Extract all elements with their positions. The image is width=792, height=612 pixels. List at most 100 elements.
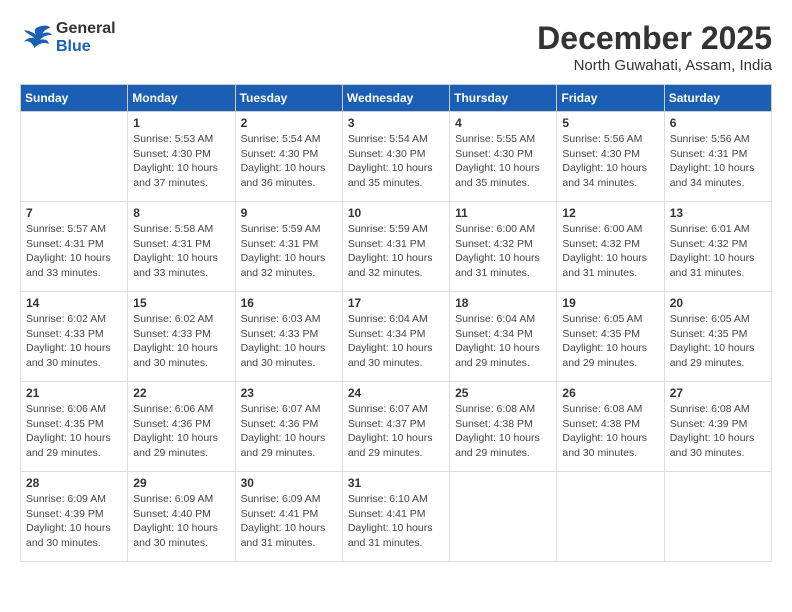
day-info: Sunrise: 5:58 AMSunset: 4:31 PMDaylight:…: [133, 222, 229, 281]
day-info: Sunrise: 6:04 AMSunset: 4:34 PMDaylight:…: [348, 312, 444, 371]
calendar-cell: 24 Sunrise: 6:07 AMSunset: 4:37 PMDayligh…: [342, 382, 449, 472]
day-header-saturday: Saturday: [664, 85, 771, 112]
calendar-cell: 31Sunrise: 6:10 AMSunset: 4:41 PMDayligh…: [342, 472, 449, 562]
day-info: Sunrise: 6:09 AMSunset: 4:40 PMDaylight:…: [133, 492, 229, 551]
day-number: 5: [562, 116, 658, 130]
day-header-thursday: Thursday: [450, 85, 557, 112]
week-row-4: 21Sunrise: 6:06 AMSunset: 4:35 PMDayligh…: [21, 382, 772, 472]
day-header-sunday: Sunday: [21, 85, 128, 112]
week-row-2: 7Sunrise: 5:57 AMSunset: 4:31 PMDaylight…: [21, 202, 772, 292]
day-info: Sunrise: 6:08 AMSunset: 4:39 PMDaylight:…: [670, 402, 766, 461]
day-number: 27: [670, 386, 766, 400]
day-info: Sunrise: 6:08 AMSunset: 4:38 PMDaylight:…: [562, 402, 658, 461]
calendar-cell: 3 Sunrise: 5:54 AMSunset: 4:30 PMDaylight…: [342, 112, 449, 202]
day-number: 25: [455, 386, 551, 400]
day-number: 23: [241, 386, 337, 400]
calendar-cell: 20Sunrise: 6:05 AMSunset: 4:35 PMDayligh…: [664, 292, 771, 382]
day-number: 26: [562, 386, 658, 400]
calendar-cell: [21, 112, 128, 202]
day-number: 19: [562, 296, 658, 310]
day-info: Sunrise: 6:09 AMSunset: 4:41 PMDaylight:…: [241, 492, 337, 551]
calendar-cell: 13 Sunrise: 6:01 AMSunset: 4:32 PMDayligh…: [664, 202, 771, 292]
day-info: Sunrise: 5:59 AMSunset: 4:31 PMDaylight:…: [241, 222, 337, 281]
calendar-cell: 2 Sunrise: 5:54 AMSunset: 4:30 PMDaylight…: [235, 112, 342, 202]
day-info: Sunrise: 6:05 AMSunset: 4:35 PMDaylight:…: [562, 312, 658, 371]
day-info: Sunrise: 6:04 AMSunset: 4:34 PMDaylight:…: [455, 312, 551, 371]
day-info: Sunrise: 6:02 AMSunset: 4:33 PMDaylight:…: [133, 312, 229, 371]
location-subtitle: North Guwahati, Assam, India: [537, 57, 772, 74]
calendar-cell: 19 Sunrise: 6:05 AMSunset: 4:35 PMDayligh…: [557, 292, 664, 382]
week-row-3: 14Sunrise: 6:02 AMSunset: 4:33 PMDayligh…: [21, 292, 772, 382]
day-info: Sunrise: 5:53 AMSunset: 4:30 PMDaylight:…: [133, 132, 229, 191]
day-info: Sunrise: 5:56 AMSunset: 4:31 PMDaylight:…: [670, 132, 766, 191]
calendar-header-row: SundayMondayTuesdayWednesdayThursdayFrid…: [21, 85, 772, 112]
day-info: Sunrise: 5:54 AMSunset: 4:30 PMDaylight:…: [348, 132, 444, 191]
calendar-cell: 22 Sunrise: 6:06 AMSunset: 4:36 PMDayligh…: [128, 382, 235, 472]
day-number: 7: [26, 206, 122, 220]
day-number: 13: [670, 206, 766, 220]
calendar-cell: 17 Sunrise: 6:04 AMSunset: 4:34 PMDayligh…: [342, 292, 449, 382]
calendar-cell: 4 Sunrise: 5:55 AMSunset: 4:30 PMDaylight…: [450, 112, 557, 202]
calendar-cell: 5 Sunrise: 5:56 AMSunset: 4:30 PMDaylight…: [557, 112, 664, 202]
day-number: 30: [241, 476, 337, 490]
page-header: General Blue December 2025 North Guwahat…: [20, 20, 772, 74]
day-info: Sunrise: 5:59 AMSunset: 4:31 PMDaylight:…: [348, 222, 444, 281]
day-number: 11: [455, 206, 551, 220]
day-number: 22: [133, 386, 229, 400]
day-number: 10: [348, 206, 444, 220]
day-number: 18: [455, 296, 551, 310]
calendar-cell: 14Sunrise: 6:02 AMSunset: 4:33 PMDayligh…: [21, 292, 128, 382]
day-header-wednesday: Wednesday: [342, 85, 449, 112]
day-info: Sunrise: 6:10 AMSunset: 4:41 PMDaylight:…: [348, 492, 444, 551]
day-info: Sunrise: 6:06 AMSunset: 4:35 PMDaylight:…: [26, 402, 122, 461]
week-row-5: 28Sunrise: 6:09 AMSunset: 4:39 PMDayligh…: [21, 472, 772, 562]
day-info: Sunrise: 6:00 AMSunset: 4:32 PMDaylight:…: [455, 222, 551, 281]
day-number: 3: [348, 116, 444, 130]
day-info: Sunrise: 6:06 AMSunset: 4:36 PMDaylight:…: [133, 402, 229, 461]
calendar-table: SundayMondayTuesdayWednesdayThursdayFrid…: [20, 84, 772, 562]
day-info: Sunrise: 6:00 AMSunset: 4:32 PMDaylight:…: [562, 222, 658, 281]
day-number: 2: [241, 116, 337, 130]
logo-icon: [20, 24, 52, 52]
calendar-cell: 25Sunrise: 6:08 AMSunset: 4:38 PMDayligh…: [450, 382, 557, 472]
calendar-cell: 15 Sunrise: 6:02 AMSunset: 4:33 PMDayligh…: [128, 292, 235, 382]
logo-text: General Blue: [56, 20, 116, 56]
calendar-cell: 21Sunrise: 6:06 AMSunset: 4:35 PMDayligh…: [21, 382, 128, 472]
day-number: 29: [133, 476, 229, 490]
day-number: 28: [26, 476, 122, 490]
day-info: Sunrise: 5:55 AMSunset: 4:30 PMDaylight:…: [455, 132, 551, 191]
day-number: 24: [348, 386, 444, 400]
calendar-cell: 1Sunrise: 5:53 AMSunset: 4:30 PMDaylight…: [128, 112, 235, 202]
day-info: Sunrise: 6:02 AMSunset: 4:33 PMDaylight:…: [26, 312, 122, 371]
day-info: Sunrise: 6:01 AMSunset: 4:32 PMDaylight:…: [670, 222, 766, 281]
day-number: 17: [348, 296, 444, 310]
day-number: 6: [670, 116, 766, 130]
calendar-cell: [450, 472, 557, 562]
calendar-cell: 30 Sunrise: 6:09 AMSunset: 4:41 PMDayligh…: [235, 472, 342, 562]
calendar-cell: 29 Sunrise: 6:09 AMSunset: 4:40 PMDayligh…: [128, 472, 235, 562]
calendar-cell: 6 Sunrise: 5:56 AMSunset: 4:31 PMDaylight…: [664, 112, 771, 202]
month-year-title: December 2025: [537, 20, 772, 57]
day-number: 20: [670, 296, 766, 310]
calendar-cell: [664, 472, 771, 562]
calendar-cell: 10 Sunrise: 5:59 AMSunset: 4:31 PMDayligh…: [342, 202, 449, 292]
title-block: December 2025 North Guwahati, Assam, Ind…: [537, 20, 772, 74]
day-number: 4: [455, 116, 551, 130]
day-number: 16: [241, 296, 337, 310]
day-info: Sunrise: 5:56 AMSunset: 4:30 PMDaylight:…: [562, 132, 658, 191]
calendar-cell: 27 Sunrise: 6:08 AMSunset: 4:39 PMDayligh…: [664, 382, 771, 472]
calendar-cell: 11 Sunrise: 6:00 AMSunset: 4:32 PMDayligh…: [450, 202, 557, 292]
day-info: Sunrise: 6:07 AMSunset: 4:37 PMDaylight:…: [348, 402, 444, 461]
calendar-cell: 8Sunrise: 5:58 AMSunset: 4:31 PMDaylight…: [128, 202, 235, 292]
day-info: Sunrise: 6:03 AMSunset: 4:33 PMDaylight:…: [241, 312, 337, 371]
week-row-1: 1Sunrise: 5:53 AMSunset: 4:30 PMDaylight…: [21, 112, 772, 202]
day-number: 9: [241, 206, 337, 220]
logo: General Blue: [20, 20, 116, 56]
day-header-monday: Monday: [128, 85, 235, 112]
day-info: Sunrise: 5:54 AMSunset: 4:30 PMDaylight:…: [241, 132, 337, 191]
calendar-cell: 9 Sunrise: 5:59 AMSunset: 4:31 PMDaylight…: [235, 202, 342, 292]
day-info: Sunrise: 6:07 AMSunset: 4:36 PMDaylight:…: [241, 402, 337, 461]
calendar-cell: 16 Sunrise: 6:03 AMSunset: 4:33 PMDayligh…: [235, 292, 342, 382]
calendar-cell: 28Sunrise: 6:09 AMSunset: 4:39 PMDayligh…: [21, 472, 128, 562]
day-number: 15: [133, 296, 229, 310]
